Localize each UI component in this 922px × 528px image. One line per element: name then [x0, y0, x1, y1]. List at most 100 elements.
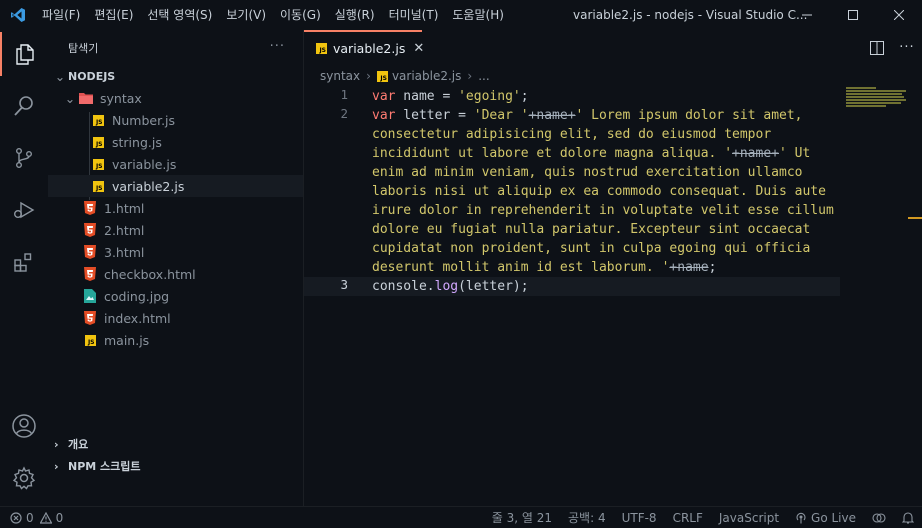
breadcrumb: syntax › JS variable2.js › ... [304, 65, 922, 87]
accounts-icon[interactable] [0, 404, 48, 448]
npm-scripts-section[interactable]: › NPM 스크립트 [48, 455, 304, 477]
status-bar: 0 0 줄 3, 열 21 공백: 4 UTF-8 CRLF JavaScrip… [0, 506, 922, 528]
workspace-root[interactable]: ⌄ NODEJS [48, 65, 303, 87]
javascript-file-icon: JS [90, 178, 106, 194]
explorer-title: 탐색기 [68, 41, 99, 55]
outline-section[interactable]: › 개요 [48, 433, 304, 455]
go-live-button[interactable]: Go Live [795, 511, 856, 525]
tree-item-label: main.js [104, 332, 150, 348]
minimap[interactable] [846, 87, 908, 109]
chevron-down-icon: ⌄ [64, 90, 76, 106]
outline-section-label: 개요 [68, 438, 89, 451]
menu-selection[interactable]: 선택 영역(S) [140, 0, 219, 30]
tree-item-label: coding.jpg [104, 288, 170, 304]
warning-count: 0 [55, 510, 64, 525]
javascript-file-icon: JS [90, 134, 106, 150]
feedback-icon[interactable] [872, 512, 886, 524]
maximize-button[interactable] [830, 0, 876, 30]
javascript-file-icon: JS [90, 156, 106, 172]
tree-item-file-selected[interactable]: JS variable2.js [48, 175, 303, 197]
menu-bar: 파일(F) 편집(E) 선택 영역(S) 보기(V) 이동(G) 실행(R) 터… [35, 0, 511, 30]
tree-item-folder[interactable]: ⌄ syntax [48, 87, 303, 109]
javascript-file-icon: JS [82, 332, 98, 348]
more-actions-icon[interactable]: ··· [892, 40, 922, 55]
code-line: console.log(letter); [372, 279, 529, 294]
minimize-button[interactable] [784, 0, 830, 30]
tree-item-file[interactable]: 3.html [48, 241, 303, 263]
tab-bar: JS variable2.js ✕ ··· [304, 30, 922, 65]
chevron-down-icon: ⌄ [54, 68, 66, 84]
menu-run[interactable]: 실행(R) [328, 0, 382, 30]
tree-item-label: Number.js [112, 112, 176, 128]
tree-item-label: string.js [112, 134, 162, 150]
javascript-file-icon: JS [90, 112, 106, 128]
tree-item-label: 1.html [104, 200, 145, 216]
editor-area: JS variable2.js ✕ ··· syntax › JS variab… [304, 30, 922, 506]
minimize-icon [802, 14, 812, 16]
tree-item-file[interactable]: 1.html [48, 197, 303, 219]
warning-icon [39, 511, 52, 524]
more-actions-icon[interactable]: ··· [270, 39, 285, 54]
code-line: var letter = 'Dear '+name+' Lorem ipsum … [372, 108, 803, 123]
menu-terminal[interactable]: 터미널(T) [382, 0, 446, 30]
tree-item-file[interactable]: JS main.js [48, 329, 303, 351]
breadcrumb-folder[interactable]: syntax [320, 69, 360, 83]
tree-item-file[interactable]: 2.html [48, 219, 303, 241]
notifications-bell-icon[interactable] [902, 511, 914, 524]
indentation[interactable]: 공백: 4 [568, 509, 606, 526]
extensions-icon[interactable] [0, 240, 48, 284]
problems-indicator[interactable]: 0 0 [10, 511, 63, 525]
scrollbar-cursor-marker [908, 217, 922, 219]
encoding[interactable]: UTF-8 [622, 511, 657, 525]
tree-item-file[interactable]: coding.jpg [48, 285, 303, 307]
code-line: deserunt mollit anim id est laborum. '+n… [372, 260, 717, 275]
breadcrumb-file[interactable]: variable2.js [392, 69, 461, 83]
menu-file[interactable]: 파일(F) [35, 0, 87, 30]
html-file-icon [82, 222, 98, 238]
code-line: incididunt ut labore et dolore magna ali… [372, 146, 811, 161]
tree-item-file[interactable]: JS string.js [48, 131, 303, 153]
workspace-root-label: NODEJS [68, 69, 116, 83]
editor-tab-active[interactable]: JS variable2.js ✕ [304, 30, 424, 65]
split-editor-icon[interactable] [862, 40, 892, 55]
menu-help[interactable]: 도움말(H) [445, 0, 511, 30]
html-file-icon [82, 266, 98, 282]
close-window-button[interactable] [876, 0, 922, 30]
source-control-icon[interactable] [0, 136, 48, 180]
window-title: variable2.js - nodejs - Visual Studio C.… [573, 8, 808, 22]
menu-view[interactable]: 보기(V) [219, 0, 273, 30]
close-tab-icon[interactable]: ✕ [413, 41, 424, 56]
breadcrumb-more[interactable]: ... [478, 69, 489, 83]
explorer-icon[interactable] [0, 32, 48, 76]
settings-gear-icon[interactable] [0, 456, 48, 500]
menu-go[interactable]: 이동(G) [273, 0, 328, 30]
javascript-file-icon: JS [376, 70, 388, 82]
tree-item-file[interactable]: checkbox.html [48, 263, 303, 285]
menu-edit[interactable]: 편집(E) [87, 0, 140, 30]
tree-item-file[interactable]: index.html [48, 307, 303, 329]
line-number: 1 [340, 87, 348, 102]
html-file-icon [82, 310, 98, 326]
go-live-label: Go Live [811, 510, 856, 525]
tree-item-file[interactable]: JS variable.js [48, 153, 303, 175]
language-mode[interactable]: JavaScript [719, 511, 779, 525]
tree-item-file[interactable]: JS Number.js [48, 109, 303, 131]
code-line: enim ad minim veniam, quis nostrud exerc… [372, 165, 803, 180]
image-file-icon [82, 288, 98, 304]
html-file-icon [82, 244, 98, 260]
search-icon[interactable] [0, 84, 48, 128]
tree-item-label: syntax [100, 90, 142, 106]
cursor-position[interactable]: 줄 3, 열 21 [492, 509, 552, 526]
chevron-right-icon: › [54, 459, 59, 473]
error-count: 0 [26, 510, 34, 525]
line-ending[interactable]: CRLF [673, 511, 703, 525]
window-controls [784, 0, 922, 30]
html-file-icon [82, 200, 98, 216]
code-line: laboris nisi ut aliquip ex ea commodo co… [372, 184, 826, 199]
tree-item-label: index.html [104, 310, 171, 326]
code-line: dolore eu fugiat nulla pariatur. Excepte… [372, 222, 811, 237]
chevron-right-icon: › [467, 69, 473, 83]
javascript-file-icon: JS [316, 43, 327, 54]
close-icon [894, 10, 904, 20]
run-debug-icon[interactable] [0, 188, 48, 232]
